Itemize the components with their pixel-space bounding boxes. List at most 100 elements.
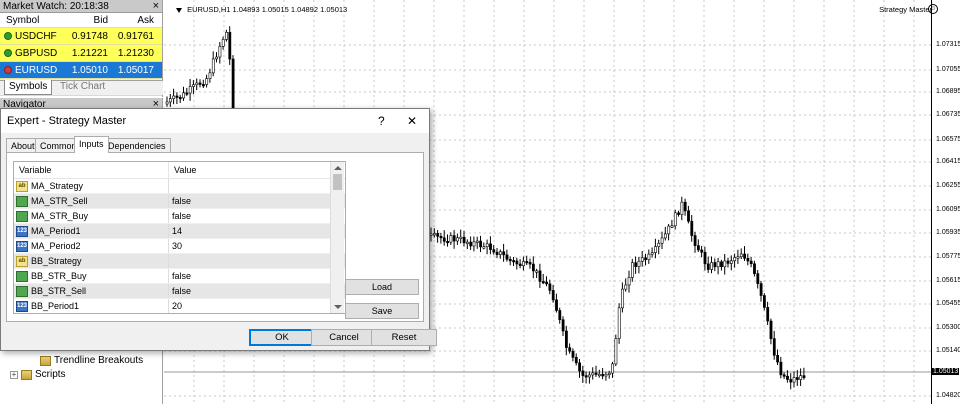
- help-icon[interactable]: ?: [378, 109, 385, 133]
- variable-cell: MA_STR_Buy: [14, 209, 169, 223]
- col-variable[interactable]: Variable: [14, 162, 169, 178]
- chart-dropdown-icon[interactable]: [176, 7, 182, 13]
- close-icon[interactable]: ✕: [407, 109, 417, 133]
- price-label: 1.06575: [936, 136, 960, 143]
- candle-body: [502, 251, 506, 256]
- market-watch-row[interactable]: GBPUSD 1.21221 1.21230: [0, 45, 162, 62]
- market-watch-row[interactable]: EURUSD 1.05010 1.05017: [0, 62, 162, 79]
- expert-icon: [40, 355, 51, 366]
- grid-scrollbar[interactable]: [330, 162, 344, 313]
- dialog-title-bar: Expert - Strategy Master ? ✕: [1, 109, 429, 133]
- col-ask[interactable]: Ask: [108, 13, 154, 27]
- candle-body: [756, 273, 760, 284]
- dialog-title: Expert - Strategy Master: [7, 115, 127, 127]
- candle-body: [703, 251, 707, 265]
- price-label: 1.05300: [936, 324, 960, 331]
- load-button[interactable]: Load: [345, 279, 419, 295]
- nav-item-scripts[interactable]: + Scripts: [10, 369, 66, 380]
- input-row[interactable]: 123 BB_Period1 20: [14, 299, 345, 313]
- chart-symbol-line: EURUSD,H1 1.04893 1.05015 1.04892 1.0501…: [187, 5, 348, 14]
- number-type-icon: 123: [16, 240, 28, 252]
- price-label: 1.06895: [936, 88, 960, 95]
- tab-tick-chart[interactable]: Tick Chart: [56, 80, 109, 95]
- candle-body: [720, 261, 723, 268]
- candle-body: [439, 236, 443, 239]
- tab-symbols[interactable]: Symbols: [4, 80, 53, 95]
- candle-body: [736, 256, 740, 259]
- candle-body: [429, 233, 433, 236]
- input-row[interactable]: 123 MA_Period1 14: [14, 224, 345, 239]
- input-row[interactable]: BB_STR_Sell false: [14, 284, 345, 299]
- candle-body: [578, 362, 582, 372]
- value-cell[interactable]: false: [169, 194, 329, 208]
- folder-icon: [21, 369, 32, 380]
- price-label: 1.07315: [936, 41, 960, 48]
- value-cell[interactable]: [169, 179, 329, 193]
- scroll-thumb[interactable]: [333, 174, 342, 190]
- value-cell[interactable]: false: [169, 284, 329, 298]
- candle-body: [627, 277, 631, 286]
- input-row[interactable]: 123 MA_Period2 30: [14, 239, 345, 254]
- candle-body: [574, 357, 578, 364]
- nav-item-trendline-breakouts[interactable]: Trendline Breakouts: [40, 355, 143, 366]
- candle-body: [634, 262, 638, 267]
- candle-body: [561, 319, 565, 332]
- save-button[interactable]: Save: [345, 303, 419, 319]
- variable-name: MA_STR_Sell: [31, 195, 88, 206]
- candle-body: [644, 257, 648, 260]
- inputs-tab-content: Variable Value ab MA_Strategy MA_STR_Sell f…: [6, 152, 424, 322]
- ask-cell: 1.05017: [117, 65, 154, 76]
- candle-body: [508, 259, 512, 262]
- cancel-button[interactable]: Cancel: [311, 329, 377, 346]
- market-watch-row[interactable]: USDCHF 0.91748 0.91761: [0, 28, 162, 45]
- col-symbol[interactable]: Symbol: [0, 13, 60, 27]
- input-row[interactable]: MA_STR_Buy false: [14, 209, 345, 224]
- candle-body: [700, 249, 704, 253]
- candle-body: [647, 253, 651, 260]
- col-bid[interactable]: Bid: [60, 13, 108, 27]
- candle-body: [743, 253, 747, 259]
- input-row[interactable]: ab BB_Strategy: [14, 254, 345, 269]
- candle-body: [614, 338, 618, 365]
- candle-body: [710, 262, 714, 270]
- candle-body: [683, 201, 687, 212]
- candle-body: [449, 235, 453, 243]
- scroll-down-icon[interactable]: [334, 305, 342, 309]
- expand-icon[interactable]: +: [10, 370, 18, 379]
- market-watch-panel: Market Watch: 20:18:38 × Symbol Bid Ask …: [0, 0, 163, 97]
- input-row[interactable]: ab MA_Strategy: [14, 179, 345, 194]
- candle-body: [531, 263, 535, 272]
- value-cell[interactable]: [169, 254, 329, 268]
- variable-cell: MA_STR_Sell: [14, 194, 169, 208]
- variable-cell: ab MA_Strategy: [14, 179, 169, 193]
- value-cell[interactable]: 30: [169, 239, 329, 253]
- tab-dependencies[interactable]: Dependencies: [103, 138, 171, 153]
- input-row[interactable]: BB_STR_Buy false: [14, 269, 345, 284]
- input-row[interactable]: MA_STR_Sell false: [14, 194, 345, 209]
- candle-body: [198, 82, 202, 85]
- candle-body: [716, 261, 720, 268]
- scroll-up-icon[interactable]: [334, 166, 342, 170]
- market-watch-close-icon[interactable]: ×: [153, 0, 159, 12]
- price-label: 1.05455: [936, 300, 960, 307]
- col-value[interactable]: Value: [169, 162, 196, 178]
- ok-button[interactable]: OK: [249, 329, 315, 346]
- candle-body: [607, 372, 611, 375]
- candle-body: [726, 260, 730, 264]
- candle-body: [696, 245, 700, 251]
- reset-button[interactable]: Reset: [371, 329, 437, 346]
- candle-body: [498, 251, 502, 255]
- value-cell[interactable]: false: [169, 209, 329, 223]
- variable-name: BB_STR_Buy: [31, 270, 87, 281]
- current-price-label: 1.05013: [932, 368, 960, 375]
- candle-body: [766, 307, 770, 322]
- candle-body: [436, 233, 440, 237]
- value-cell[interactable]: false: [169, 269, 329, 283]
- candle-body: [495, 251, 499, 255]
- tab-inputs[interactable]: Inputs: [74, 136, 109, 153]
- value-cell[interactable]: 20: [169, 299, 329, 313]
- candle-body: [706, 263, 710, 270]
- candle-body: [746, 257, 750, 262]
- candle-body: [452, 235, 456, 242]
- value-cell[interactable]: 14: [169, 224, 329, 238]
